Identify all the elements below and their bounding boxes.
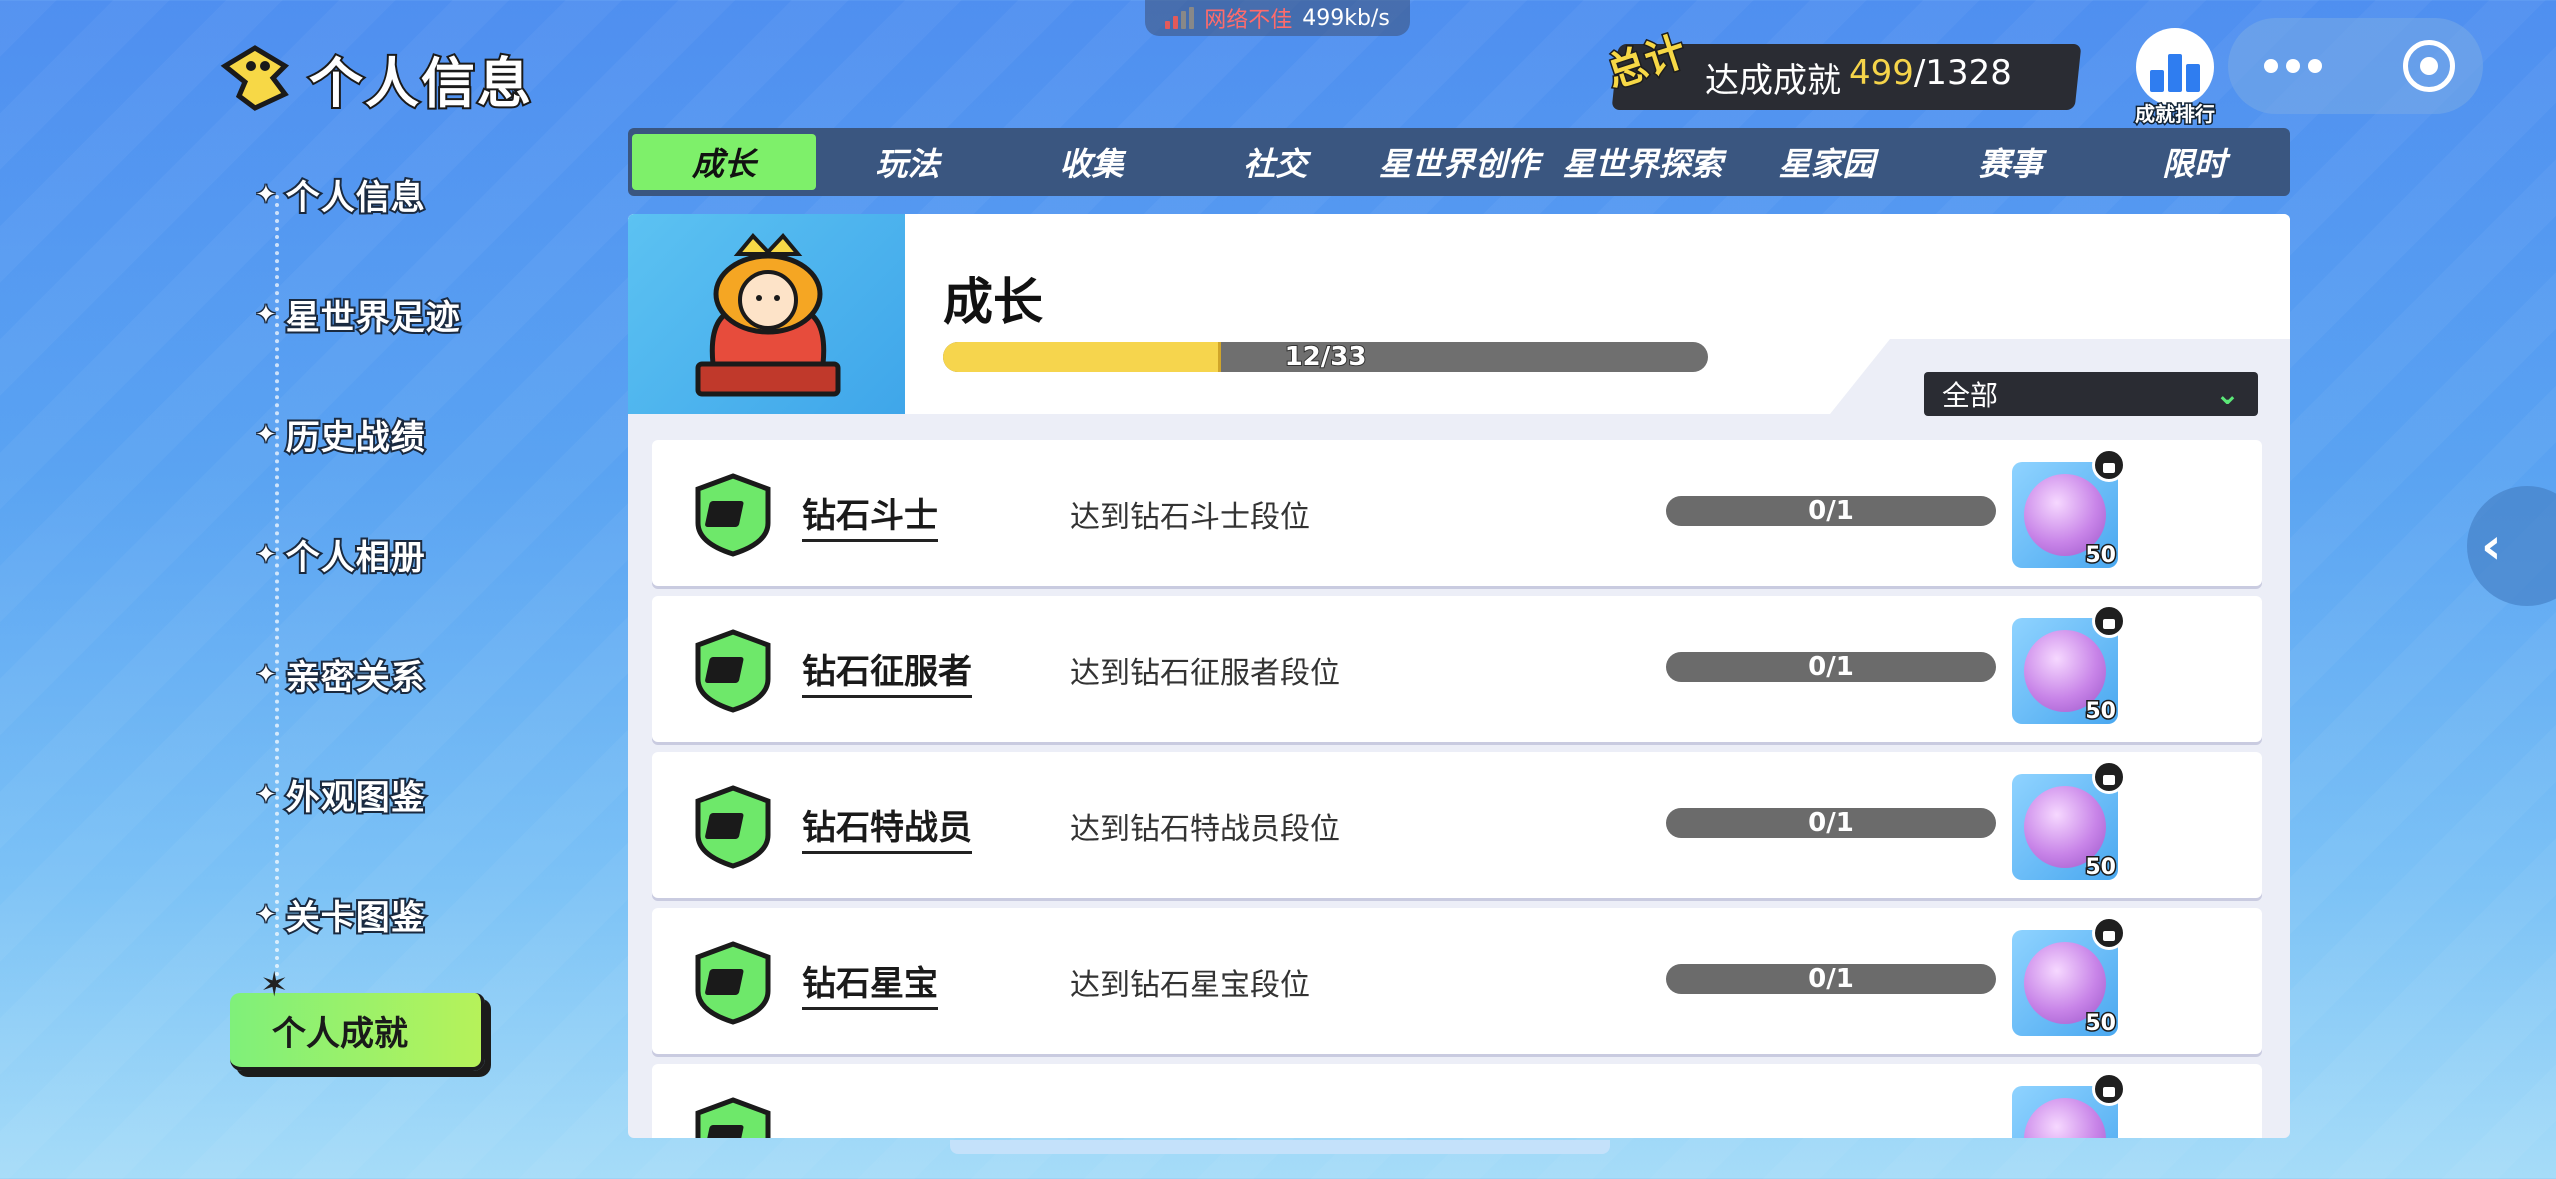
reward-count: 50	[2084, 1010, 2118, 1038]
tab-gameplay[interactable]: 玩法	[816, 134, 1000, 190]
tab-limited[interactable]: 限时	[2102, 134, 2286, 190]
rank-button-label: 成就排行	[2134, 101, 2217, 128]
chevron-down-icon: ⌄	[2214, 376, 2240, 412]
achievement-progress: 0/1	[1666, 808, 1996, 838]
achievement-row[interactable]: 钻石征服者 达到钻石征服者段位 0/1 50	[652, 596, 2262, 742]
reward-count: 50	[2084, 854, 2118, 882]
achievement-row[interactable]: 钻石星宝 达到钻石星宝段位 0/1 50	[652, 908, 2262, 1054]
achievement-progress: 0/1	[1666, 964, 1996, 994]
book-badge-icon	[694, 785, 772, 869]
achievement-desc: 达到钻石征服者段位	[1070, 656, 1340, 691]
network-warning: 网络不佳	[1204, 8, 1293, 33]
network-status: 网络不佳 499kb/s	[1145, 0, 1410, 36]
page-title: 个人信息	[215, 38, 533, 118]
nav-item-levels[interactable]: ✦ 关卡图鉴	[254, 890, 427, 940]
tab-growth[interactable]: 成长	[632, 134, 816, 190]
nav-item-history[interactable]: ✦ 历史战绩	[254, 410, 427, 460]
mini-program-capsule	[2228, 18, 2483, 114]
lock-icon	[2092, 1072, 2126, 1106]
summary-total: /1328	[1913, 52, 2012, 93]
star-logo-icon	[215, 38, 295, 118]
star-bullet-icon: ✦	[254, 538, 279, 571]
achievement-desc: 达到钻石特战员段位	[1070, 812, 1340, 847]
nav-item-album[interactable]: ✦ 个人相册	[254, 530, 427, 580]
filter-dropdown[interactable]: 全部 ⌄	[1924, 372, 2258, 416]
achievement-name: 钻石征服者	[802, 644, 972, 698]
achievement-name: 钻石斗士	[802, 488, 938, 542]
nav-item-appearance[interactable]: ✦ 外观图鉴	[254, 770, 427, 820]
achievement-progress: 0/1	[1666, 652, 1996, 682]
summary-current: 499	[1849, 52, 1914, 93]
star-bullet-icon: ✦	[254, 658, 279, 691]
star-bullet-icon: ✦	[254, 778, 279, 811]
achievement-name: 钻石特战员	[802, 800, 972, 854]
tab-home[interactable]: 星家园	[1735, 134, 1919, 190]
filter-selected: 全部	[1942, 379, 1999, 412]
achievement-row[interactable]: 钻石斗士 达到钻石斗士段位 0/1 50	[652, 440, 2262, 586]
achievement-list: 钻石斗士 达到钻石斗士段位 0/1 50 钻石征服者 达到钻石征服者段位 0/1…	[652, 440, 2262, 1138]
lock-icon	[2092, 916, 2126, 950]
category-progress-bar: 12/33	[943, 342, 1708, 372]
tab-creation[interactable]: 星世界创作	[1367, 134, 1551, 190]
achievement-progress: 0/1	[1666, 496, 1996, 526]
network-speed: 499kb/s	[1302, 5, 1390, 31]
star-bullet-icon: ✦	[254, 418, 279, 451]
signal-icon	[1165, 7, 1195, 29]
nav-item-achievements[interactable]: ✶ 个人成就	[230, 965, 485, 1071]
star-bullet-icon: ✦	[254, 898, 279, 931]
achievement-desc: 达到钻石星宝段位	[1070, 968, 1310, 1003]
scroll-indicator	[950, 1140, 1610, 1154]
achievement-rank-button[interactable]: 成就排行	[2125, 28, 2225, 128]
book-badge-icon	[694, 1097, 772, 1138]
nav-item-relations[interactable]: ✦ 亲密关系	[254, 650, 427, 700]
achievement-desc: 达到钻石斗士段位	[1070, 500, 1310, 535]
star-bullet-icon: ✦	[254, 298, 279, 331]
more-icon[interactable]	[2228, 59, 2358, 73]
lock-icon	[2092, 448, 2126, 482]
tab-exploration[interactable]: 星世界探索	[1551, 134, 1735, 190]
tab-social[interactable]: 社交	[1183, 134, 1367, 190]
reward-count: 50	[2084, 542, 2118, 570]
star-bullet-icon: ✦	[254, 178, 279, 211]
tab-events[interactable]: 赛事	[1918, 134, 2102, 190]
star-deco-icon: ✶	[260, 965, 289, 1005]
category-mascot-image	[628, 214, 905, 414]
tab-collection[interactable]: 收集	[1000, 134, 1184, 190]
book-badge-icon	[694, 629, 772, 713]
rank-chart-icon	[2136, 28, 2214, 106]
chevron-left-icon[interactable]: ‹	[2467, 486, 2556, 606]
lock-icon	[2092, 604, 2126, 638]
summary-label: 达成成就	[1705, 60, 1841, 101]
achievement-panel: 成长 12/33 全部 ⌄ 钻石斗士 达到钻石斗士段位 0/1 50 钻石征服者…	[628, 214, 2290, 1138]
page-title-text: 个人信息	[307, 50, 533, 117]
category-progress-text: 12/33	[1284, 342, 1368, 372]
lock-icon	[2092, 760, 2126, 794]
achievement-name: 钻石星宝	[802, 956, 938, 1010]
book-badge-icon	[694, 941, 772, 1025]
nav-item-profile[interactable]: ✦ 个人信息	[254, 170, 427, 220]
nav-item-footprint[interactable]: ✦ 星世界足迹	[254, 290, 462, 340]
close-target-icon[interactable]	[2403, 40, 2455, 92]
book-badge-icon	[694, 473, 772, 557]
reward-count: 50	[2084, 698, 2118, 726]
achievement-row-partial[interactable]	[652, 1064, 2262, 1138]
achievement-row[interactable]: 钻石特战员 达到钻石特战员段位 0/1 50	[652, 752, 2262, 898]
category-title: 成长	[943, 273, 1043, 331]
category-tabs: 成长 玩法 收集 社交 星世界创作 星世界探索 星家园 赛事 限时	[628, 128, 2290, 196]
